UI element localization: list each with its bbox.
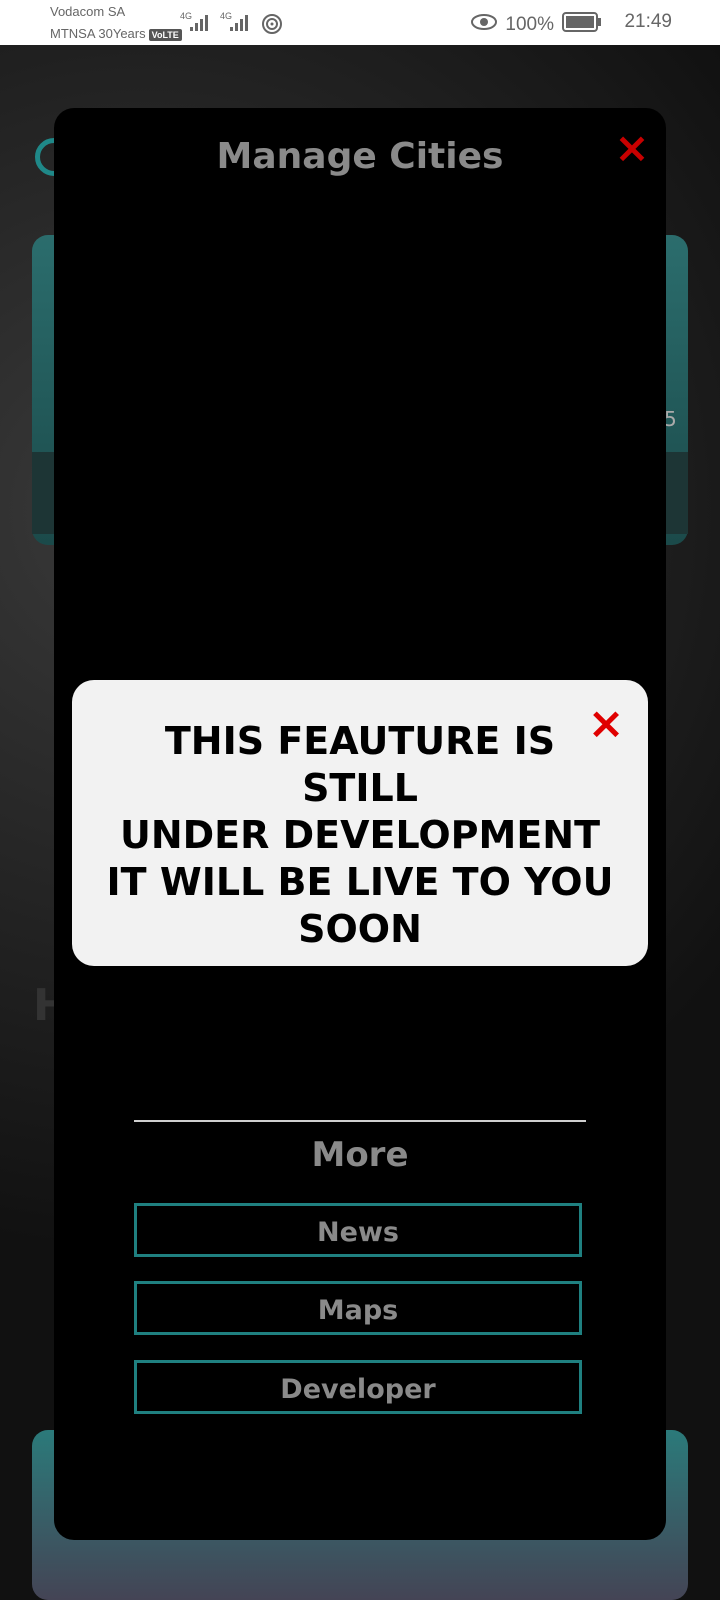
dialog-message: THIS FEAUTURE IS STILL UNDER DEVELOPMENT… [102, 718, 618, 953]
developer-button[interactable]: Developer [134, 1360, 582, 1414]
carrier-name-2: MTNSA 30Years VoLTE [50, 26, 182, 41]
signal-bars-icon-2: 4G [220, 10, 254, 39]
dialog-message-line-4: SOON [298, 907, 422, 951]
signal-bars-icon: 4G [180, 10, 214, 39]
maps-button[interactable]: Maps [134, 1281, 582, 1335]
network-type-2: 4G [220, 11, 232, 21]
volte-badge: VoLTE [148, 28, 182, 41]
close-icon[interactable]: × [612, 127, 652, 169]
battery-icon [562, 11, 602, 39]
hotspot-icon [260, 10, 288, 39]
carrier-name-1: Vodacom SA [50, 4, 126, 19]
carrier-name-2-text: MTNSA 30Years [50, 26, 146, 41]
under-development-dialog: × THIS FEAUTURE IS STILL UNDER DEVELOPME… [72, 680, 648, 966]
status-right-group: 100% [471, 11, 602, 39]
panel-title: Manage Cities [216, 136, 504, 177]
dialog-message-line-2: UNDER DEVELOPMENT [119, 813, 601, 857]
battery-percent: 100% [505, 14, 554, 35]
divider [134, 1120, 586, 1122]
news-button[interactable]: News [134, 1203, 582, 1257]
dialog-message-line-3: IT WILL BE LIVE TO YOU [106, 860, 614, 904]
more-section-title: More [311, 1135, 409, 1175]
eye-icon [471, 13, 498, 37]
status-bar: Vodacom SA MTNSA 30Years VoLTE 4G 4G 100% [0, 0, 720, 45]
network-type-1: 4G [180, 11, 192, 21]
clock: 21:49 [624, 11, 672, 32]
dialog-message-line-1: THIS FEAUTURE IS STILL [164, 719, 556, 810]
